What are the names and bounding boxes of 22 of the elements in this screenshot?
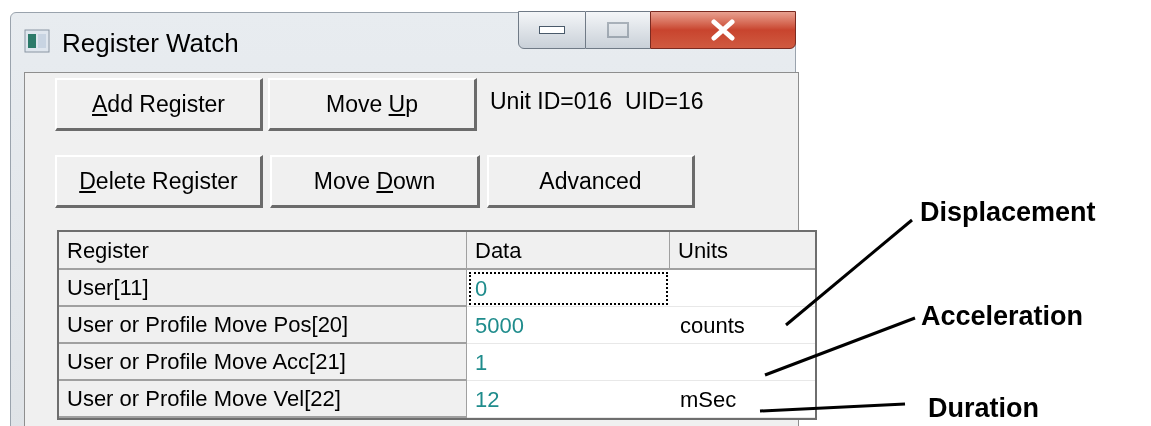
unit-info: Unit ID=016 UID=16 (490, 87, 704, 116)
column-header[interactable]: Data (467, 232, 670, 270)
close-button[interactable] (650, 11, 796, 49)
register-cell: User or Profile Move Acc[21] (59, 344, 467, 381)
annotation-label: Displacement (920, 196, 1096, 229)
action-button[interactable]: Advanced (487, 155, 695, 208)
column-header[interactable]: Units (670, 232, 815, 270)
app-icon (24, 29, 50, 53)
close-icon (710, 19, 736, 41)
window-title: Register Watch (62, 27, 239, 60)
data-cell[interactable]: 0 (467, 270, 670, 307)
register-cell: User or Profile Move Vel[22] (59, 381, 467, 418)
action-button[interactable]: Move Up (268, 78, 477, 131)
register-cell: User[11] (59, 270, 467, 307)
minimize-button[interactable] (518, 11, 586, 49)
register-cell: User or Profile Move Pos[20] (59, 307, 467, 344)
action-button[interactable]: Add Register (55, 78, 263, 131)
action-button[interactable]: Move Down (270, 155, 480, 208)
column-header[interactable]: Register (59, 232, 467, 270)
annotation-label: Duration (928, 392, 1039, 425)
annotation-label: Acceleration (921, 300, 1084, 333)
action-button[interactable]: Delete Register (55, 155, 263, 208)
